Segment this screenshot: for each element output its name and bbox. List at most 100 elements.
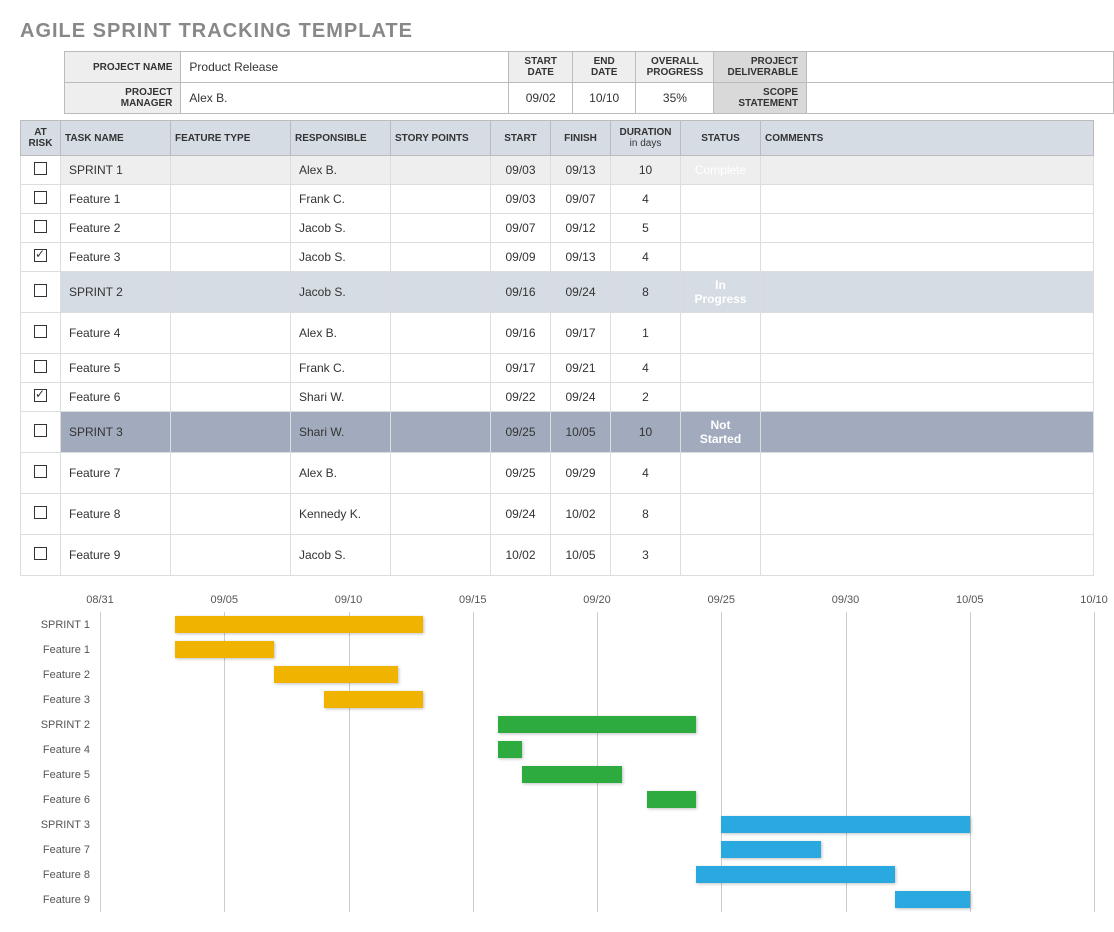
cell-duration[interactable]: 4: [611, 243, 681, 272]
cell-start[interactable]: 09/17: [491, 354, 551, 383]
cell-responsible[interactable]: Alex B.: [291, 156, 391, 185]
cell-task[interactable]: SPRINT 3: [61, 412, 171, 453]
cell-task[interactable]: Feature 2: [61, 214, 171, 243]
cell-story[interactable]: [391, 453, 491, 494]
cell-story[interactable]: [391, 412, 491, 453]
at-risk-checkbox[interactable]: [34, 249, 47, 262]
cell-story[interactable]: [391, 156, 491, 185]
cell-feature-type[interactable]: [171, 453, 291, 494]
cell-finish[interactable]: 09/13: [551, 243, 611, 272]
at-risk-checkbox[interactable]: [34, 389, 47, 402]
cell-status[interactable]: In Progress: [681, 313, 761, 354]
cell-start[interactable]: 09/25: [491, 453, 551, 494]
cell-start[interactable]: 09/09: [491, 243, 551, 272]
cell-start[interactable]: 10/02: [491, 535, 551, 576]
cell-status[interactable]: Complete: [681, 243, 761, 272]
at-risk-checkbox[interactable]: [34, 284, 47, 297]
cell-duration[interactable]: 10: [611, 412, 681, 453]
cell-story[interactable]: [391, 535, 491, 576]
cell-start[interactable]: 09/16: [491, 313, 551, 354]
cell-story[interactable]: [391, 383, 491, 412]
cell-duration[interactable]: 5: [611, 214, 681, 243]
value-project-name[interactable]: Product Release: [181, 52, 509, 83]
cell-comments[interactable]: [761, 156, 1094, 185]
cell-finish[interactable]: 09/29: [551, 453, 611, 494]
cell-task[interactable]: Feature 5: [61, 354, 171, 383]
cell-duration[interactable]: 8: [611, 494, 681, 535]
cell-comments[interactable]: [761, 354, 1094, 383]
cell-task[interactable]: Feature 8: [61, 494, 171, 535]
cell-story[interactable]: [391, 243, 491, 272]
cell-status[interactable]: Complete: [681, 214, 761, 243]
cell-task[interactable]: Feature 3: [61, 243, 171, 272]
cell-finish[interactable]: 09/12: [551, 214, 611, 243]
cell-responsible[interactable]: Alex B.: [291, 313, 391, 354]
cell-comments[interactable]: [761, 243, 1094, 272]
cell-comments[interactable]: [761, 185, 1094, 214]
cell-finish[interactable]: 10/05: [551, 412, 611, 453]
cell-duration[interactable]: 8: [611, 272, 681, 313]
at-risk-checkbox[interactable]: [34, 506, 47, 519]
cell-duration[interactable]: 4: [611, 185, 681, 214]
cell-responsible[interactable]: Jacob S.: [291, 243, 391, 272]
cell-finish[interactable]: 09/07: [551, 185, 611, 214]
cell-status[interactable]: On Hold: [681, 383, 761, 412]
cell-start[interactable]: 09/22: [491, 383, 551, 412]
cell-start[interactable]: 09/16: [491, 272, 551, 313]
value-end-date[interactable]: 10/10: [572, 83, 635, 114]
cell-task[interactable]: Feature 6: [61, 383, 171, 412]
cell-feature-type[interactable]: [171, 185, 291, 214]
cell-responsible[interactable]: Frank C.: [291, 185, 391, 214]
at-risk-checkbox[interactable]: [34, 465, 47, 478]
cell-status[interactable]: Not Started: [681, 494, 761, 535]
cell-task[interactable]: SPRINT 1: [61, 156, 171, 185]
at-risk-checkbox[interactable]: [34, 424, 47, 437]
cell-start[interactable]: 09/25: [491, 412, 551, 453]
cell-responsible[interactable]: Shari W.: [291, 412, 391, 453]
cell-finish[interactable]: 09/17: [551, 313, 611, 354]
at-risk-checkbox[interactable]: [34, 547, 47, 560]
cell-task[interactable]: Feature 1: [61, 185, 171, 214]
at-risk-checkbox[interactable]: [34, 325, 47, 338]
cell-status[interactable]: Not Started: [681, 412, 761, 453]
cell-story[interactable]: [391, 354, 491, 383]
cell-comments[interactable]: [761, 412, 1094, 453]
value-start-date[interactable]: 09/02: [509, 83, 572, 114]
cell-finish[interactable]: 09/13: [551, 156, 611, 185]
cell-task[interactable]: Feature 4: [61, 313, 171, 354]
cell-feature-type[interactable]: [171, 383, 291, 412]
cell-start[interactable]: 09/03: [491, 185, 551, 214]
cell-start[interactable]: 09/03: [491, 156, 551, 185]
cell-duration[interactable]: 1: [611, 313, 681, 354]
cell-feature-type[interactable]: [171, 535, 291, 576]
cell-story[interactable]: [391, 214, 491, 243]
cell-start[interactable]: 09/07: [491, 214, 551, 243]
cell-comments[interactable]: [761, 383, 1094, 412]
cell-responsible[interactable]: Jacob S.: [291, 272, 391, 313]
cell-story[interactable]: [391, 272, 491, 313]
at-risk-checkbox[interactable]: [34, 220, 47, 233]
cell-task[interactable]: Feature 7: [61, 453, 171, 494]
cell-responsible[interactable]: Jacob S.: [291, 214, 391, 243]
cell-finish[interactable]: 09/24: [551, 272, 611, 313]
cell-feature-type[interactable]: [171, 214, 291, 243]
at-risk-checkbox[interactable]: [34, 360, 47, 373]
cell-duration[interactable]: 10: [611, 156, 681, 185]
cell-feature-type[interactable]: [171, 313, 291, 354]
cell-comments[interactable]: [761, 535, 1094, 576]
cell-comments[interactable]: [761, 313, 1094, 354]
cell-status[interactable]: Complete: [681, 156, 761, 185]
cell-duration[interactable]: 3: [611, 535, 681, 576]
cell-finish[interactable]: 09/21: [551, 354, 611, 383]
value-overall-progress[interactable]: 35%: [636, 83, 714, 114]
at-risk-checkbox[interactable]: [34, 191, 47, 204]
cell-task[interactable]: SPRINT 2: [61, 272, 171, 313]
cell-feature-type[interactable]: [171, 354, 291, 383]
cell-comments[interactable]: [761, 494, 1094, 535]
cell-responsible[interactable]: Frank C.: [291, 354, 391, 383]
value-scope-statement[interactable]: [807, 83, 1114, 114]
cell-status[interactable]: Not Started: [681, 453, 761, 494]
cell-comments[interactable]: [761, 453, 1094, 494]
cell-story[interactable]: [391, 313, 491, 354]
cell-responsible[interactable]: Alex B.: [291, 453, 391, 494]
